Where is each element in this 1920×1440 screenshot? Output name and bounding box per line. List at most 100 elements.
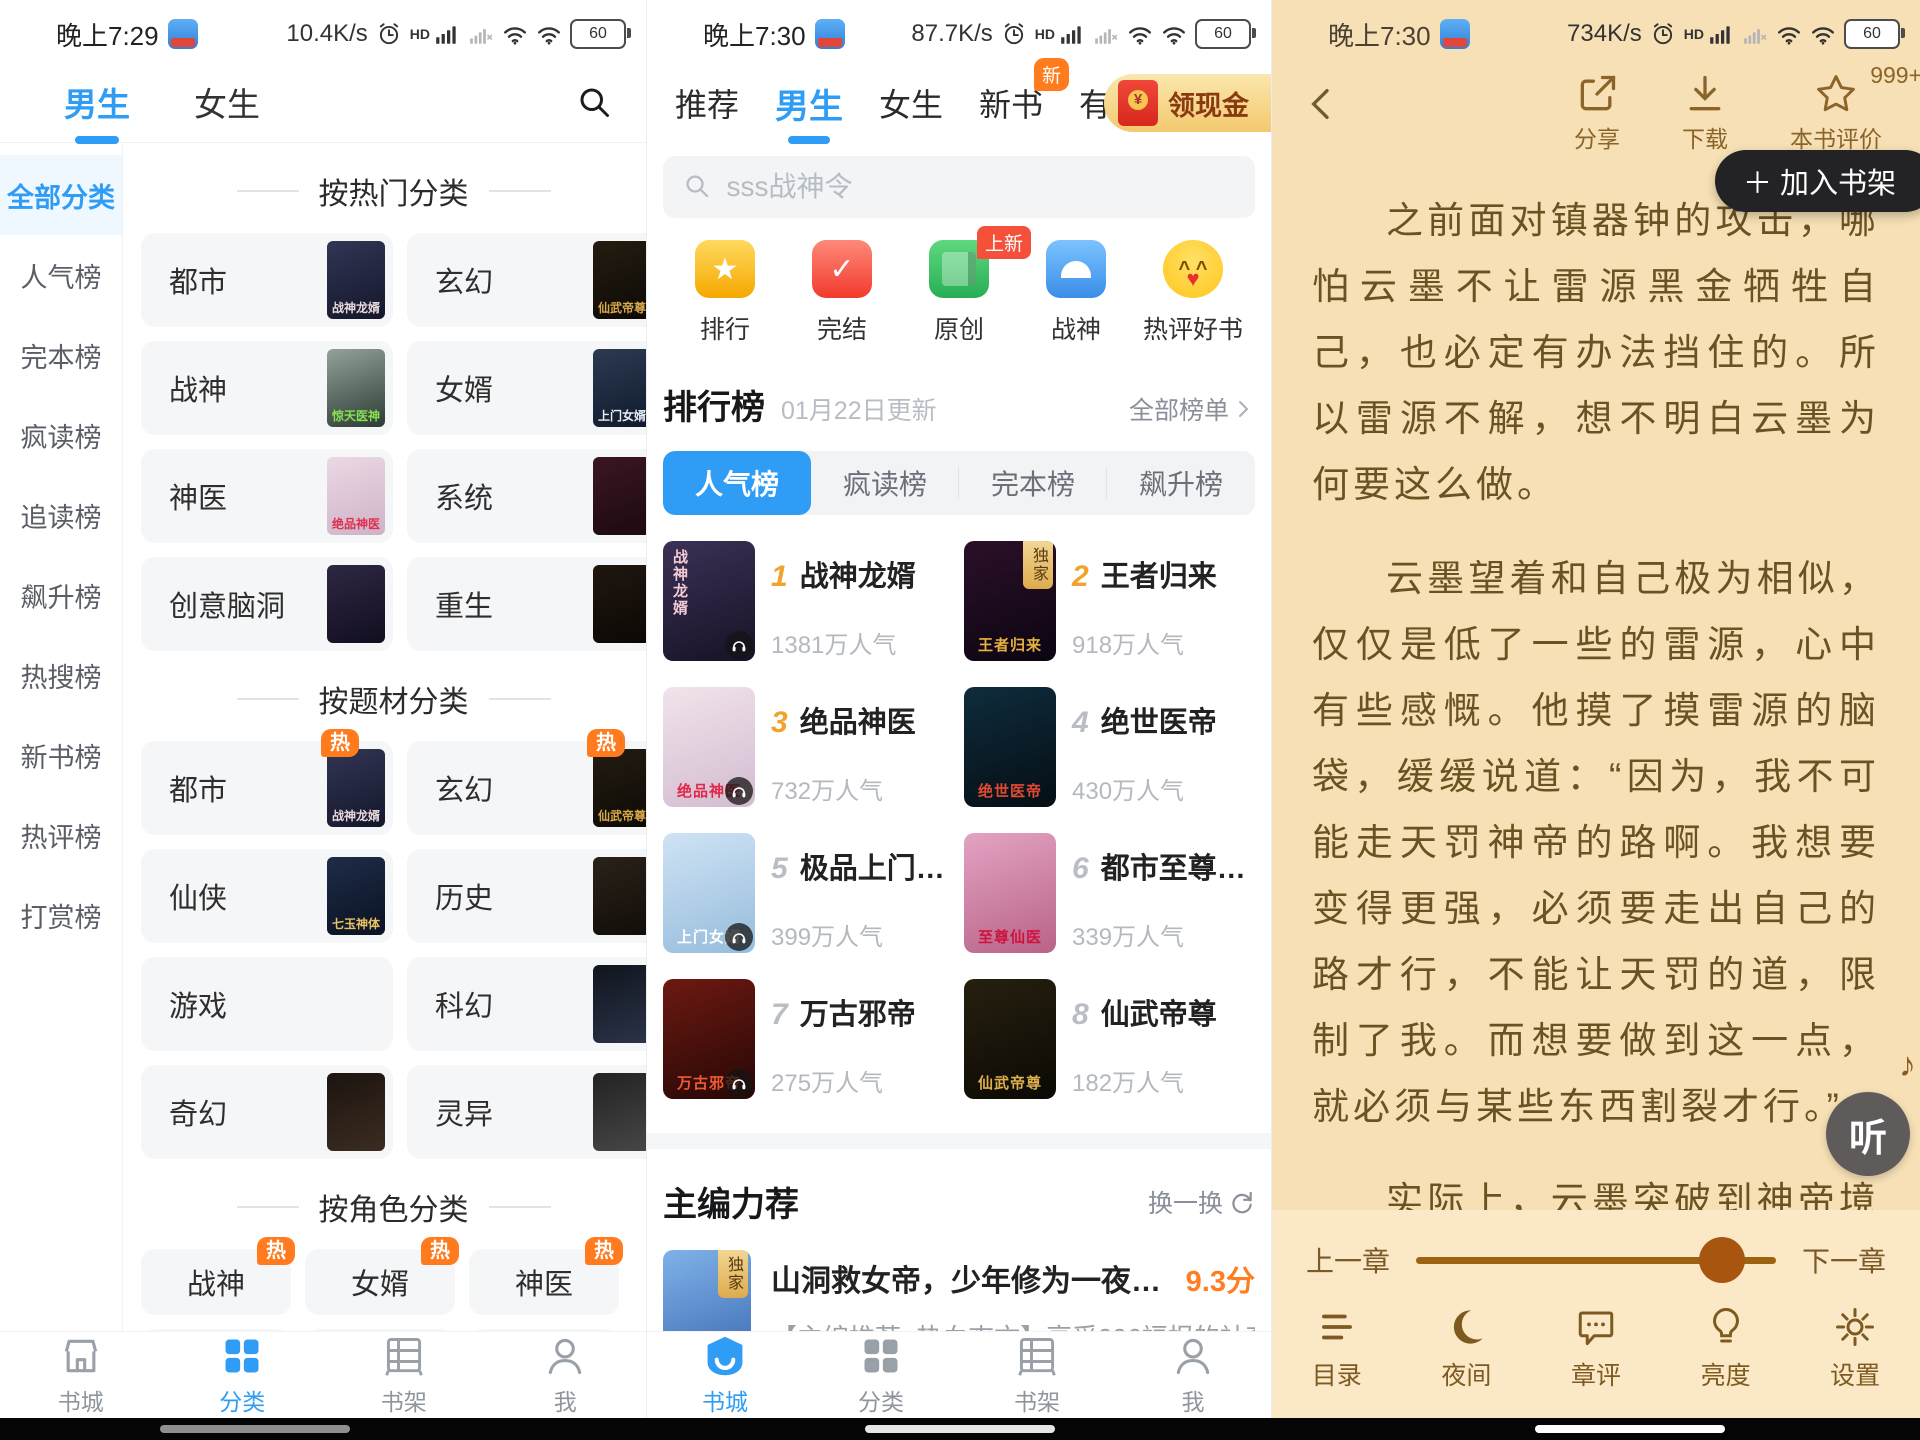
nav-item-分类[interactable]: 分类 xyxy=(803,1332,959,1418)
ranking-book-绝世医帝[interactable]: 绝世医帝4绝世医帝430万人气 xyxy=(964,687,1255,807)
section-title: 按热门分类 xyxy=(319,169,469,213)
category-card-战神[interactable]: 战神惊天医神 xyxy=(141,341,393,435)
sidebar-item-疯读榜[interactable]: 疯读榜 xyxy=(0,395,122,475)
sidebar-item-完本榜[interactable]: 完本榜 xyxy=(0,315,122,395)
sidebar-item-飙升榜[interactable]: 飙升榜 xyxy=(0,555,122,635)
status-left: 晚上7:30 xyxy=(1328,16,1470,53)
tab-male[interactable]: 男生 xyxy=(64,78,130,126)
category-card-重生[interactable]: 重生 xyxy=(407,557,646,651)
cash-reward-button[interactable]: 领现金 xyxy=(1104,74,1271,132)
store-tab-新书[interactable]: 新书新 xyxy=(979,80,1043,126)
reader-action-本书评价[interactable]: 999+本书评价 xyxy=(1790,72,1882,154)
sidebar-item-追读榜[interactable]: 追读榜 xyxy=(0,475,122,555)
ranking-tab-人气榜[interactable]: 人气榜 xyxy=(663,451,811,515)
nav-item-我[interactable]: 我 xyxy=(1115,1332,1271,1418)
store-tab-女生[interactable]: 女生 xyxy=(879,80,943,126)
store-tab-label: 女生 xyxy=(879,87,943,123)
ranking-tab-飙升榜[interactable]: 飙升榜 xyxy=(1107,451,1255,515)
app-icon xyxy=(1440,19,1470,49)
rank-number: 5 xyxy=(771,852,788,886)
search-input[interactable] xyxy=(725,170,1235,204)
wifi-icon xyxy=(502,21,528,47)
search-bar[interactable] xyxy=(663,156,1255,218)
category-card-玄幻[interactable]: 玄幻仙武帝尊热 xyxy=(407,741,646,835)
reader-nav-目录[interactable]: 目录 xyxy=(1272,1306,1402,1392)
sidebar-item-人气榜[interactable]: 人气榜 xyxy=(0,235,122,315)
category-card-科幻[interactable]: 科幻 xyxy=(407,957,646,1051)
listen-button[interactable]: 听 xyxy=(1826,1092,1910,1176)
nav-item-书城[interactable]: 书城 xyxy=(647,1332,803,1418)
ranking-book-王者归来[interactable]: 王者归来独家2王者归来918万人气 xyxy=(964,541,1255,661)
rank-number: 2 xyxy=(1072,560,1089,594)
home-indicator[interactable] xyxy=(1535,1425,1725,1433)
sidebar-item-全部分类[interactable]: 全部分类 xyxy=(0,155,122,235)
category-card-系统[interactable]: 系统 xyxy=(407,449,646,543)
category-card-历史[interactable]: 历史 xyxy=(407,849,646,943)
category-card-都市[interactable]: 都市战神龙婿 xyxy=(141,233,393,327)
slider-knob[interactable] xyxy=(1699,1237,1745,1283)
category-card-战神[interactable]: 战神热 xyxy=(141,1249,291,1315)
category-card-仙侠[interactable]: 仙侠七玉神体 xyxy=(141,849,393,943)
category-card-灵异[interactable]: 灵异 xyxy=(407,1065,646,1159)
category-card-创意脑洞[interactable]: 创意脑洞 xyxy=(141,557,393,651)
nav-item-书城[interactable]: 书城 xyxy=(0,1332,162,1418)
reader-controls: 上一章 下一章 目录夜间章评亮度设置 xyxy=(1272,1210,1920,1418)
ranking-book-万古邪帝[interactable]: 万古邪帝7万古邪帝275万人气 xyxy=(663,979,954,1099)
category-card-奇幻[interactable]: 奇幻 xyxy=(141,1065,393,1159)
ranking-book-战神龙婿[interactable]: 战神龙婿1战神龙婿1381万人气 xyxy=(663,541,954,661)
prev-chapter-button[interactable]: 上一章 xyxy=(1306,1240,1390,1280)
back-icon[interactable] xyxy=(1302,84,1342,124)
ranking-book-极品上门女婿[interactable]: 上门女婿5极品上门女婿399万人气 xyxy=(663,833,954,953)
sidebar-item-新书榜[interactable]: 新书榜 xyxy=(0,715,122,795)
reader-nav-亮度[interactable]: 亮度 xyxy=(1661,1306,1791,1392)
book-popularity: 1381万人气 xyxy=(771,625,916,660)
reader-nav-夜间[interactable]: 夜间 xyxy=(1402,1306,1532,1392)
quick-entry-完结[interactable]: ✓完结 xyxy=(790,240,894,346)
quick-entry-热评好书[interactable]: ^ ^♥热评好书 xyxy=(1141,240,1245,346)
quick-entry-排行[interactable]: ★排行 xyxy=(673,240,777,346)
sidebar-item-热搜榜[interactable]: 热搜榜 xyxy=(0,635,122,715)
ranking-book-绝品神医[interactable]: 绝品神医3绝品神医732万人气 xyxy=(663,687,954,807)
store-tab-男生[interactable]: 男生 xyxy=(775,79,843,128)
reader-action-下载[interactable]: 下载 xyxy=(1682,72,1728,154)
reader-nav-章评[interactable]: 章评 xyxy=(1531,1306,1661,1392)
ranking-tab-完本榜[interactable]: 完本榜 xyxy=(959,451,1107,515)
nav-item-书架[interactable]: 书架 xyxy=(959,1332,1115,1418)
store-tab-推荐[interactable]: 推荐 xyxy=(675,80,739,126)
quick-entry-原创[interactable]: 上新原创 xyxy=(907,240,1011,346)
battery-icon: 60 xyxy=(1195,19,1251,49)
hd-label: HD xyxy=(1035,26,1055,42)
nav-label: 分类 xyxy=(858,1383,904,1417)
ranking-tab-疯读榜[interactable]: 疯读榜 xyxy=(811,451,959,515)
next-chapter-button[interactable]: 下一章 xyxy=(1802,1240,1886,1280)
category-card-女婿[interactable]: 女婿上门女婿 xyxy=(407,341,646,435)
category-card-女婿[interactable]: 女婿热 xyxy=(305,1249,455,1315)
nav-item-分类[interactable]: 分类 xyxy=(162,1332,324,1418)
add-to-shelf-button[interactable]: ＋ 加入书架 xyxy=(1715,150,1920,212)
category-card-玄幻[interactable]: 玄幻仙武帝尊 xyxy=(407,233,646,327)
quick-entry-战神[interactable]: 战神 xyxy=(1024,240,1128,346)
reader-nav-设置[interactable]: 设置 xyxy=(1790,1306,1920,1392)
refresh-button[interactable]: 换一换 xyxy=(1148,1184,1255,1220)
ranking-book-仙武帝尊[interactable]: 仙武帝尊8仙武帝尊182万人气 xyxy=(964,979,1255,1099)
home-indicator[interactable] xyxy=(160,1425,350,1433)
paragraph: 云墨望着和自己极为相似，仅仅是低了一些的雷源，心中有些感慨。他摸了摸雷源的脑袋，… xyxy=(1312,546,1880,1140)
nav-item-我[interactable]: 我 xyxy=(485,1332,647,1418)
reader-action-分享[interactable]: 分享 xyxy=(1574,72,1620,154)
all-rankings-link[interactable]: 全部榜单 xyxy=(1129,391,1255,427)
ranking-book-都市至尊仙医[interactable]: 至尊仙医6都市至尊仙医339万人气 xyxy=(964,833,1255,953)
search-icon[interactable] xyxy=(576,84,612,120)
sidebar-item-打赏榜[interactable]: 打赏榜 xyxy=(0,875,122,955)
sidebar-item-热评榜[interactable]: 热评榜 xyxy=(0,795,122,875)
home-indicator[interactable] xyxy=(865,1425,1055,1433)
category-card-都市[interactable]: 都市战神龙婿热 xyxy=(141,741,393,835)
book-title: 绝世医帝 xyxy=(1101,699,1217,741)
category-card-游戏[interactable]: 游戏 xyxy=(141,957,393,1051)
category-card-神医[interactable]: 神医热 xyxy=(469,1249,619,1315)
category-card-神医[interactable]: 神医绝品神医 xyxy=(141,449,393,543)
cover-title: 至尊仙医 xyxy=(964,926,1056,947)
progress-slider[interactable] xyxy=(1416,1257,1776,1264)
signal-no-service-icon xyxy=(468,21,494,47)
nav-item-书架[interactable]: 书架 xyxy=(323,1332,485,1418)
tab-female[interactable]: 女生 xyxy=(194,78,260,126)
